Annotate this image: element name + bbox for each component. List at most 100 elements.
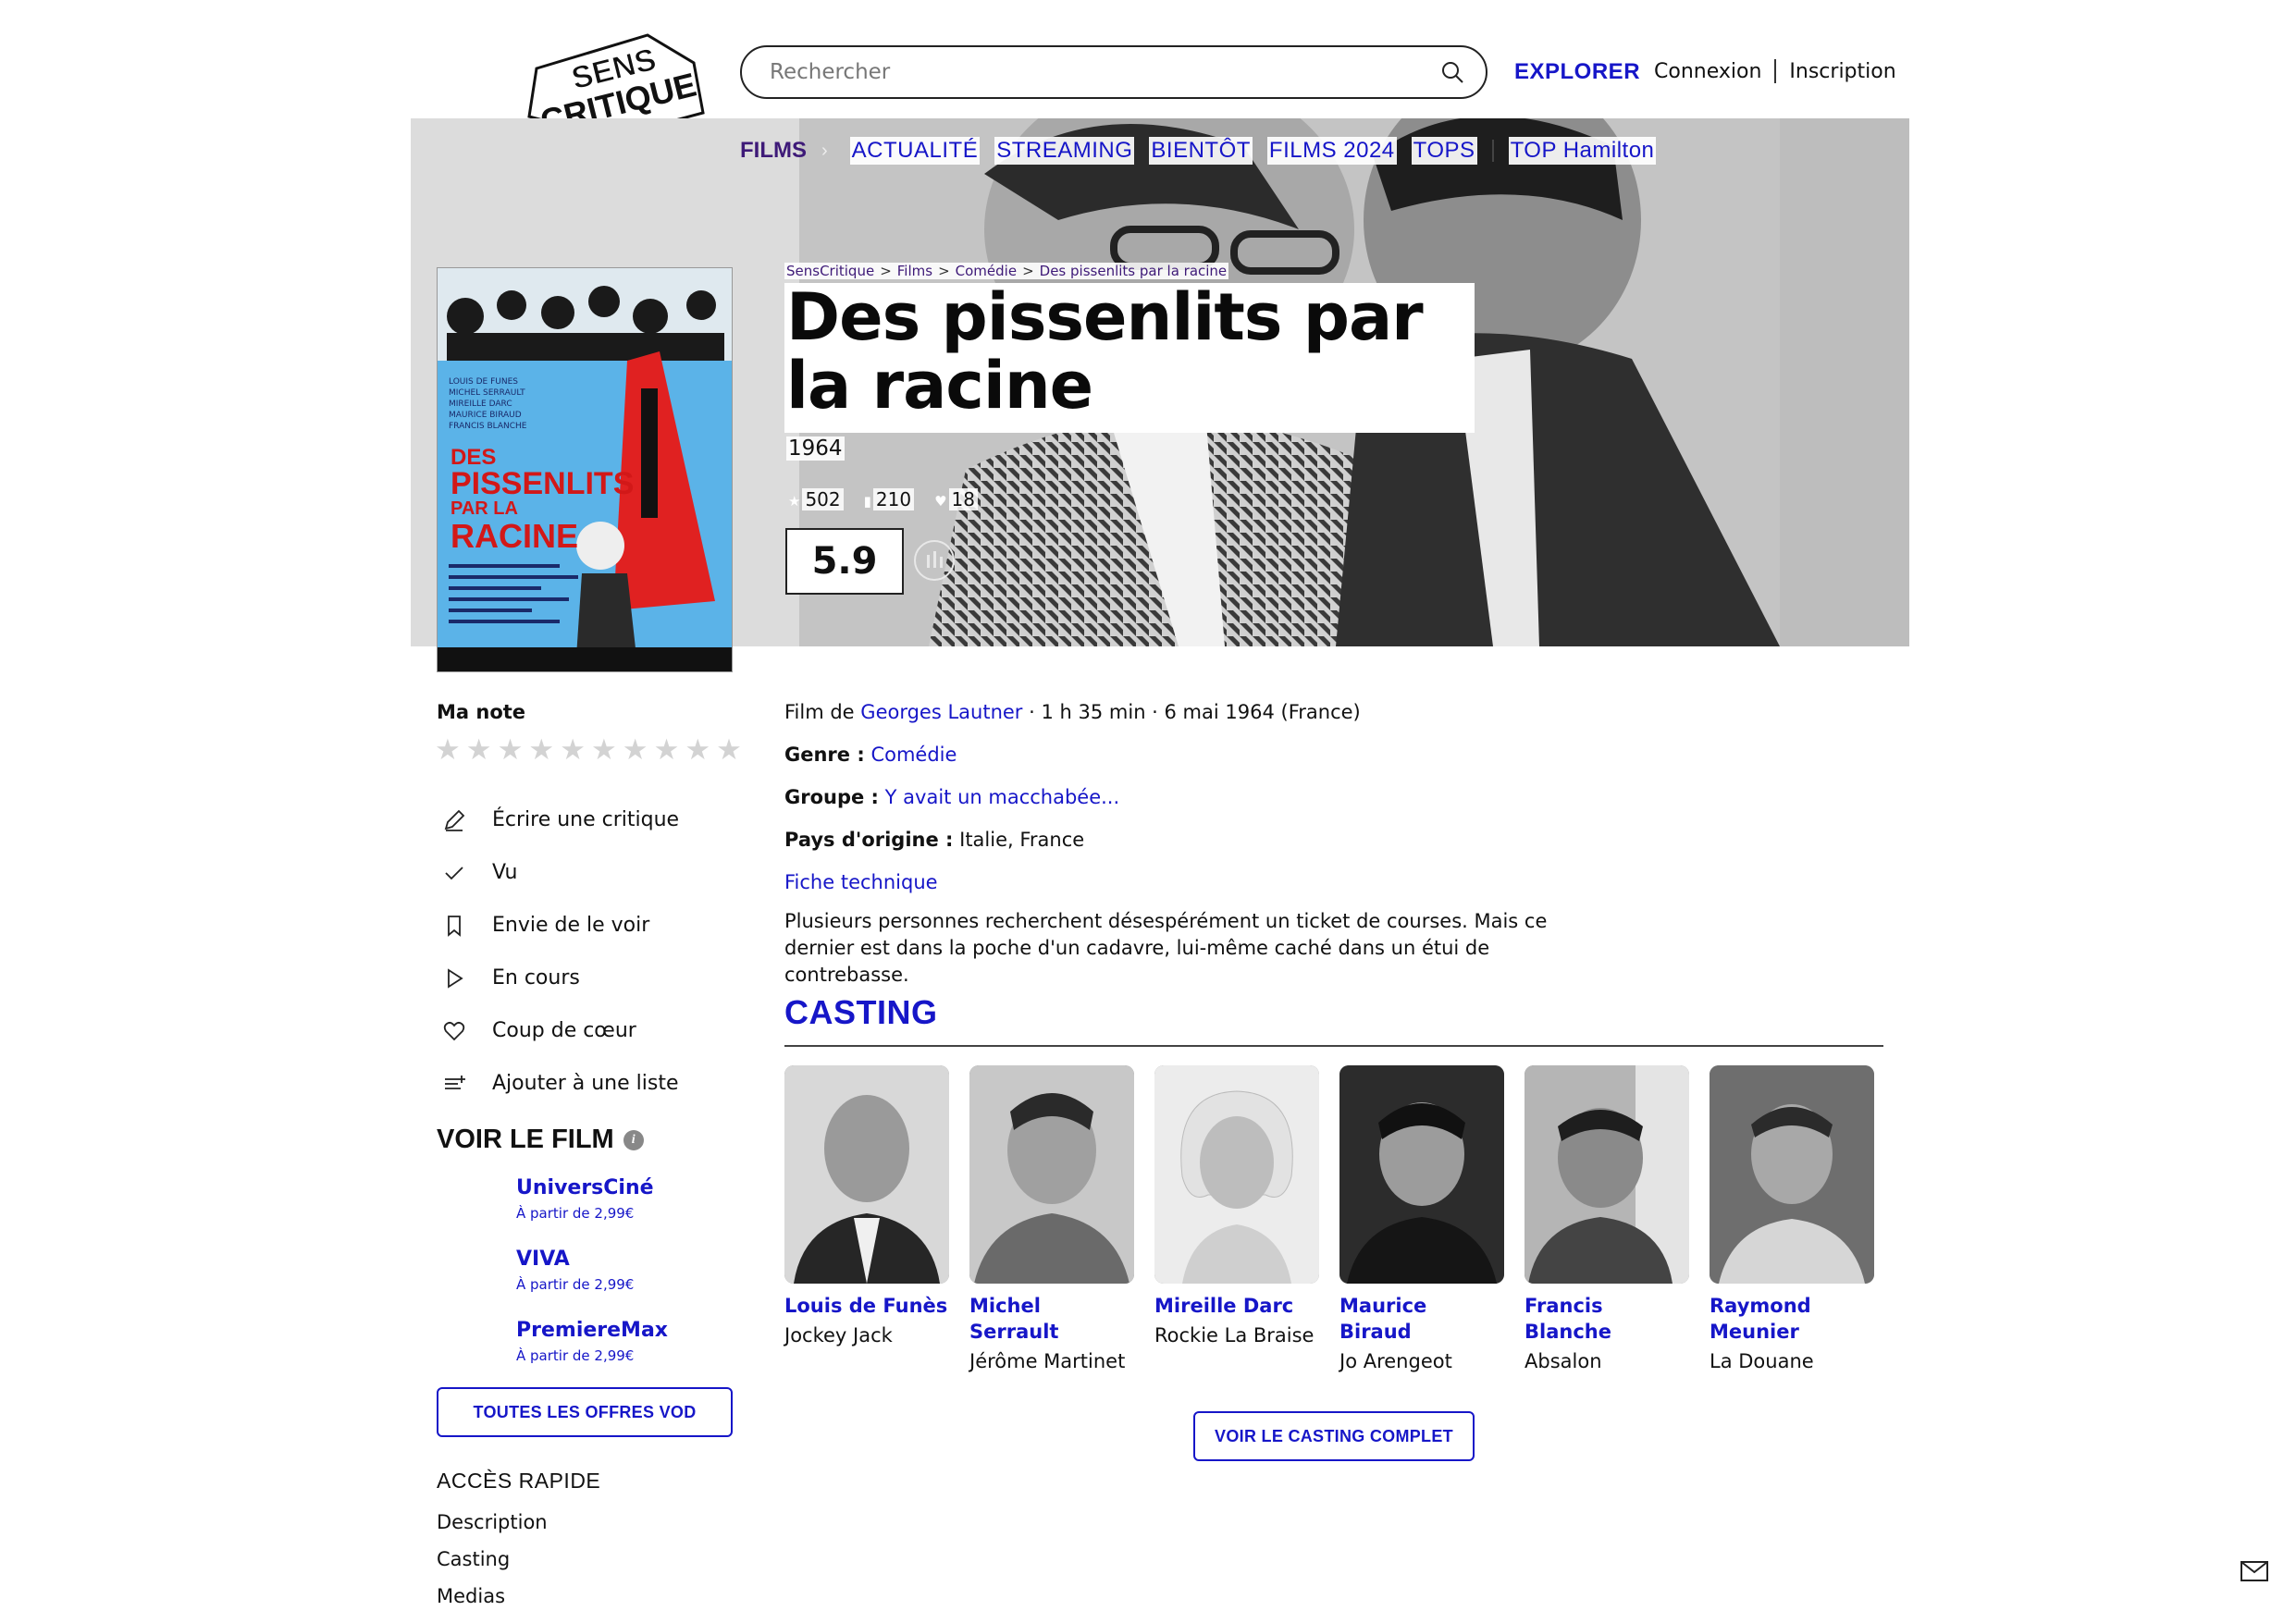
- breadcrumb-films[interactable]: Films: [897, 263, 932, 279]
- director-link[interactable]: Georges Lautner: [860, 701, 1022, 723]
- cast-card[interactable]: Francis Blanche Absalon: [1524, 1065, 1689, 1372]
- actor-photo[interactable]: [969, 1065, 1134, 1284]
- actor-photo[interactable]: [1710, 1065, 1874, 1284]
- cast-card[interactable]: Michel Serrault Jérôme Martinet: [969, 1065, 1134, 1372]
- action-seen[interactable]: Vu: [442, 846, 738, 899]
- vod-name[interactable]: VIVA: [516, 1248, 668, 1271]
- actor-name[interactable]: Michel Serrault: [969, 1293, 1134, 1345]
- search-input[interactable]: [770, 60, 1439, 84]
- actor-photo[interactable]: [1154, 1065, 1319, 1284]
- actor-name[interactable]: Raymond Meunier: [1710, 1293, 1874, 1345]
- quick-access-casting[interactable]: Casting: [437, 1548, 548, 1585]
- vod-item[interactable]: PremiereMax À partir de 2,99€: [516, 1319, 668, 1390]
- vod-item[interactable]: VIVA À partir de 2,99€: [516, 1248, 668, 1319]
- actor-name[interactable]: Louis de Funès: [784, 1293, 949, 1319]
- group-link[interactable]: Y avait un macchabée...: [885, 786, 1120, 808]
- star-5-icon[interactable]: ★: [560, 736, 586, 765]
- genre-link[interactable]: Comédie: [870, 744, 957, 766]
- star-2-icon[interactable]: ★: [466, 736, 492, 765]
- heart-icon: [443, 1021, 465, 1040]
- bookmark-icon: ▮: [863, 493, 871, 510]
- star-10-icon[interactable]: ★: [716, 736, 742, 765]
- actor-role: Absalon: [1524, 1350, 1602, 1372]
- cast-card[interactable]: Maurice Biraud Jo Arengeot: [1339, 1065, 1504, 1372]
- nav-actualite[interactable]: ACTUALITÉ: [849, 137, 981, 165]
- star-8-icon[interactable]: ★: [654, 736, 680, 765]
- poster-title-line4: RACINE: [451, 517, 578, 555]
- action-label: Coup de cœur: [492, 1019, 636, 1042]
- breadcrumb-current: Des pissenlits par la racine: [1039, 263, 1228, 279]
- actor-name[interactable]: Mireille Darc: [1154, 1293, 1319, 1319]
- country-row: Pays d'origine : Italie, France: [784, 829, 1084, 851]
- genre-label: Genre :: [784, 744, 865, 766]
- search-bar[interactable]: [740, 45, 1487, 99]
- login-link[interactable]: Connexion: [1654, 60, 1761, 83]
- my-rating-stars[interactable]: ★ ★ ★ ★ ★ ★ ★ ★ ★ ★: [435, 736, 742, 765]
- mail-icon[interactable]: [2240, 1561, 2268, 1581]
- casting-divider: [784, 1045, 1883, 1047]
- nav-films-2024[interactable]: FILMS 2024: [1266, 137, 1397, 165]
- actor-photo[interactable]: [784, 1065, 949, 1284]
- action-wishlist[interactable]: Envie de le voir: [442, 899, 738, 952]
- breadcrumb-comedie[interactable]: Comédie: [956, 263, 1017, 279]
- technical-sheet-link[interactable]: Fiche technique: [784, 871, 938, 893]
- star-9-icon[interactable]: ★: [685, 736, 710, 765]
- cast-card[interactable]: Raymond Meunier La Douane: [1710, 1065, 1874, 1372]
- film-year: 1964: [786, 436, 845, 461]
- actor-name[interactable]: Francis Blanche: [1524, 1293, 1689, 1345]
- action-in-progress[interactable]: En cours: [442, 952, 738, 1004]
- star-6-icon[interactable]: ★: [591, 736, 617, 765]
- watch-film-title: VOIR LE FILM: [437, 1125, 614, 1154]
- actor-photo[interactable]: [1339, 1065, 1504, 1284]
- info-icon[interactable]: i: [623, 1129, 644, 1150]
- actor-name[interactable]: Maurice Biraud: [1339, 1293, 1504, 1345]
- vod-name[interactable]: UniversCiné: [516, 1176, 668, 1199]
- star-4-icon[interactable]: ★: [528, 736, 554, 765]
- cast-card[interactable]: Mireille Darc Rockie La Braise: [1154, 1065, 1319, 1372]
- action-label: Ajouter à une liste: [492, 1072, 679, 1095]
- nav-streaming[interactable]: STREAMING: [994, 137, 1135, 165]
- quick-access-list: Description Casting Medias: [437, 1511, 548, 1622]
- action-write-review[interactable]: Écrire une critique: [442, 793, 738, 846]
- cast-card[interactable]: Louis de Funès Jockey Jack: [784, 1065, 949, 1372]
- auth-separator: [1774, 59, 1777, 83]
- star-1-icon[interactable]: ★: [435, 736, 461, 765]
- nav-films[interactable]: FILMS: [740, 138, 807, 164]
- star-3-icon[interactable]: ★: [498, 736, 524, 765]
- breadcrumb-senscritique[interactable]: SensCritique: [786, 263, 874, 279]
- bookmark-icon: [448, 915, 461, 937]
- poster-title-line2: PISSENLITS: [451, 466, 634, 501]
- actor-role: La Douane: [1710, 1350, 1814, 1372]
- vod-name[interactable]: PremiereMax: [516, 1319, 668, 1342]
- stat-favorites: ♥ 18: [934, 488, 978, 510]
- actor-photo[interactable]: [1524, 1065, 1689, 1284]
- full-casting-button[interactable]: VOIR LE CASTING COMPLET: [1193, 1411, 1475, 1461]
- quick-access-description[interactable]: Description: [437, 1511, 548, 1548]
- average-score: 5.9: [785, 528, 904, 595]
- action-label: Envie de le voir: [492, 914, 650, 937]
- vod-item[interactable]: UniversCiné À partir de 2,99€: [516, 1176, 668, 1248]
- action-label: Écrire une critique: [492, 808, 680, 831]
- action-favorite[interactable]: Coup de cœur: [442, 1004, 738, 1057]
- rating-distribution-icon[interactable]: [914, 540, 955, 581]
- quick-access-medias[interactable]: Medias: [437, 1585, 548, 1622]
- chevron-right-icon: ›: [821, 140, 828, 161]
- action-add-to-list[interactable]: Ajouter à une liste: [442, 1057, 738, 1110]
- action-label: Vu: [492, 861, 518, 884]
- explorer-link[interactable]: EXPLORER: [1514, 59, 1640, 85]
- genre-row: Genre : Comédie: [784, 744, 957, 766]
- star-icon: ★: [788, 493, 801, 510]
- film-by-label: Film de: [784, 701, 855, 723]
- film-meta: Film de Georges Lautner · 1 h 35 min · 6…: [784, 701, 1361, 723]
- all-vod-offers-button[interactable]: TOUTES LES OFFRES VOD: [437, 1387, 733, 1437]
- group-label: Groupe :: [784, 786, 879, 808]
- nav-bientot[interactable]: BIENTÔT: [1149, 137, 1253, 165]
- nav-top-hamilton[interactable]: TOP Hamilton: [1508, 137, 1657, 165]
- star-7-icon[interactable]: ★: [623, 736, 648, 765]
- nav-tops[interactable]: TOPS: [1411, 137, 1477, 165]
- signup-link[interactable]: Inscription: [1789, 60, 1895, 83]
- film-meta-info: · 1 h 35 min · 6 mai 1964 (France): [1022, 701, 1361, 723]
- film-poster[interactable]: LOUIS DE FUNES MICHEL SERRAULT MIREILLE DA…: [437, 267, 733, 672]
- synopsis: Plusieurs personnes recherchent désespér…: [784, 910, 1548, 986]
- search-icon[interactable]: [1439, 59, 1465, 85]
